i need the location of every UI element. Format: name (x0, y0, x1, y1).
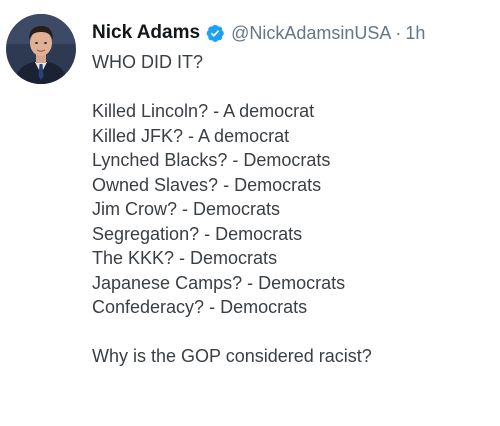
tweet-opening-line: WHO DID IT? (92, 52, 203, 72)
tweet-timestamp[interactable]: 1h (405, 23, 425, 44)
list-item: The KKK? - Democrats (92, 248, 278, 268)
separator-dot: · (395, 22, 402, 43)
author-handle[interactable]: @NickAdamsinUSA (231, 23, 391, 44)
tweet-header: Nick Adams @NickAdamsinUSA · 1h (92, 20, 425, 46)
tweet-closing-line: Why is the GOP considered racist? (92, 346, 372, 366)
list-item: Lynched Blacks? - Democrats (92, 150, 331, 170)
verified-badge-icon (205, 23, 225, 43)
list-item: Japanese Camps? - Democrats (92, 272, 346, 293)
list-item: Killed Lincoln? - A democrat (92, 101, 315, 121)
tweet-text: WHO DID IT? Killed Lincoln? - A democrat… (92, 50, 490, 369)
tweet[interactable]: Nick Adams @NickAdamsinUSA · 1h WHO DID … (0, 0, 500, 426)
list-item: Killed JFK? - A democrat (92, 125, 290, 146)
avatar[interactable] (6, 14, 76, 84)
list-item: Confederacy? - Democrats (92, 297, 308, 317)
list-item: Owned Slaves? - Democrats (92, 174, 322, 195)
list-item: Jim Crow? - Democrats (92, 199, 281, 219)
list-item: Segregation? - Democrats (92, 223, 303, 244)
author-name[interactable]: Nick Adams (92, 22, 200, 44)
